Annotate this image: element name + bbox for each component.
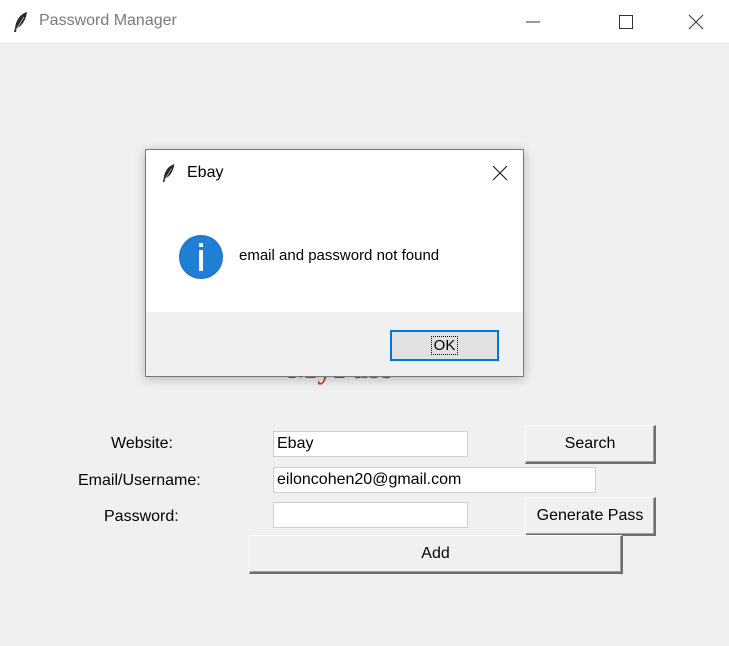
dialog-message: email and password not found xyxy=(239,247,440,264)
password-label: Password: xyxy=(104,508,179,525)
maximize-icon xyxy=(619,14,633,29)
message-dialog: Ebay email and password not found OK xyxy=(145,149,524,377)
close-icon xyxy=(688,14,704,29)
ok-button-label: OK xyxy=(430,336,459,355)
feather-icon xyxy=(162,164,175,182)
info-icon xyxy=(179,235,223,279)
email-label: Email/Username: xyxy=(78,472,201,489)
feather-icon xyxy=(14,12,27,32)
generate-pass-button[interactable]: Generate Pass xyxy=(525,497,656,536)
search-button[interactable]: Search xyxy=(525,425,656,464)
dialog-close-button[interactable] xyxy=(480,154,520,192)
title-bar: Password Manager xyxy=(0,0,729,44)
email-input[interactable] xyxy=(273,467,596,493)
window-title: Password Manager xyxy=(39,12,177,29)
password-input[interactable] xyxy=(273,502,468,528)
minimize-icon xyxy=(526,21,540,22)
website-input[interactable] xyxy=(273,431,468,457)
close-icon xyxy=(492,165,508,181)
minimize-button[interactable] xyxy=(510,0,556,43)
close-button[interactable] xyxy=(673,0,719,43)
website-label: Website: xyxy=(111,435,173,452)
add-button[interactable]: Add xyxy=(249,535,623,574)
maximize-button[interactable] xyxy=(603,0,649,43)
dialog-footer: OK xyxy=(146,312,523,376)
dialog-title: Ebay xyxy=(187,164,224,181)
ok-button[interactable]: OK xyxy=(390,330,499,361)
